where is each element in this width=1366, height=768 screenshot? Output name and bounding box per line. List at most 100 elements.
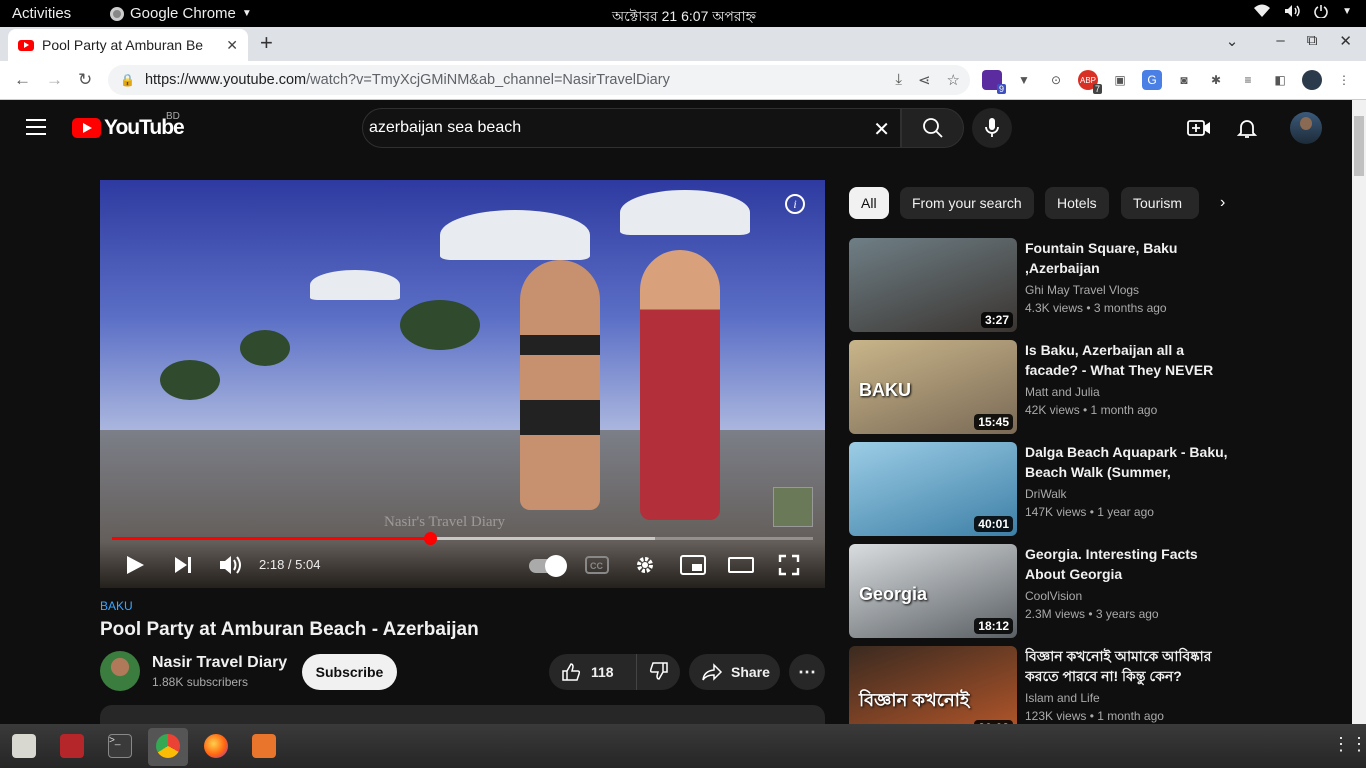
more-actions-icon[interactable]: ⋯ xyxy=(789,654,825,690)
account-avatar[interactable] xyxy=(1290,112,1322,144)
next-icon[interactable] xyxy=(172,554,194,576)
progress-bar[interactable] xyxy=(112,532,813,545)
install-icon[interactable]: ⤓ xyxy=(895,71,902,89)
played-bar xyxy=(112,537,430,540)
close-window-icon[interactable]: ✕ xyxy=(1339,32,1352,50)
system-tray[interactable]: ▼ xyxy=(1254,4,1352,18)
create-video-icon[interactable] xyxy=(1187,116,1211,140)
recommendation-title[interactable]: Georgia. Interesting Facts About Georgia xyxy=(1025,544,1231,584)
side-panel-icon[interactable]: ◧ xyxy=(1270,70,1290,90)
terminal-icon[interactable]: >_ xyxy=(108,734,132,758)
bookmark-star-icon[interactable]: ☆ xyxy=(947,71,960,89)
youtube-play-icon xyxy=(72,118,101,138)
hamburger-menu-icon[interactable] xyxy=(26,119,46,135)
channel-watermark-thumbnail[interactable] xyxy=(773,487,813,527)
restore-icon[interactable]: ⧉ xyxy=(1307,32,1318,50)
recommendation-title[interactable]: Is Baku, Azerbaijan all a facade? - What… xyxy=(1025,340,1231,380)
chrome-icon[interactable] xyxy=(156,734,180,758)
activities-button[interactable]: Activities xyxy=(12,5,71,22)
miniplayer-icon[interactable] xyxy=(680,554,706,576)
files-icon[interactable] xyxy=(12,734,36,758)
recommendation-thumbnail[interactable]: BAKU 15:45 xyxy=(849,340,1017,434)
back-icon[interactable]: ← xyxy=(14,70,31,90)
recommendation-channel[interactable]: DriWalk xyxy=(1025,487,1067,501)
chip-from-your-search[interactable]: From your search xyxy=(900,187,1034,219)
theater-mode-icon[interactable] xyxy=(728,554,754,576)
address-bar[interactable]: 🔒 https://www.youtube.com/watch?v=TmyXcj… xyxy=(108,65,970,95)
new-tab-button[interactable]: + xyxy=(260,30,273,56)
like-button[interactable]: 118 xyxy=(549,654,637,690)
recommendation-channel[interactable]: Islam and Life xyxy=(1025,691,1100,705)
app-grid-icon[interactable]: ⋮⋮ xyxy=(1332,734,1366,755)
lock-icon[interactable]: 🔒 xyxy=(120,73,135,87)
share-icon[interactable]: ⋖ xyxy=(918,71,931,89)
sublime-text-icon[interactable] xyxy=(252,734,276,758)
dislike-button[interactable] xyxy=(637,661,669,684)
youtube-logo[interactable]: YouTube BD xyxy=(72,111,185,140)
volume-icon[interactable] xyxy=(218,554,242,576)
play-icon[interactable] xyxy=(124,554,146,576)
app-menu[interactable]: Google Chrome ▼ xyxy=(110,5,252,22)
reading-list-icon[interactable]: ≡ xyxy=(1238,70,1258,90)
share-button[interactable]: Share xyxy=(689,654,780,690)
reload-icon[interactable]: ↻ xyxy=(78,70,92,90)
search-button[interactable] xyxy=(901,108,964,148)
clock[interactable]: অক্টোবর 21 6:07 অপরাহ্ন xyxy=(612,5,756,29)
channel-name[interactable]: Nasir Travel Diary xyxy=(152,654,287,672)
video-category[interactable]: BAKU xyxy=(100,599,133,613)
recommendation-thumbnail[interactable]: 40:01 xyxy=(849,442,1017,536)
page-scrollbar[interactable] xyxy=(1352,100,1366,724)
settings-gear-icon[interactable] xyxy=(634,554,656,576)
extension-v-icon[interactable]: ▼ xyxy=(1014,70,1034,90)
fullscreen-icon[interactable] xyxy=(778,554,800,576)
minimize-icon[interactable]: – xyxy=(1276,32,1284,50)
autoplay-toggle[interactable] xyxy=(529,555,567,577)
recommendation-channel[interactable]: CoolVision xyxy=(1025,589,1082,603)
chip-hotels[interactable]: Hotels xyxy=(1045,187,1109,219)
picture-in-picture-icon[interactable]: ▣ xyxy=(1110,70,1130,90)
voice-search-button[interactable] xyxy=(972,108,1012,148)
adblock-icon[interactable]: ABP 7 xyxy=(1078,70,1102,94)
screen-recorder-icon[interactable] xyxy=(60,734,84,758)
scrollbar-thumb[interactable] xyxy=(1354,116,1364,176)
recommendation-item[interactable]: BAKU 15:45 Is Baku, Azerbaijan all a facad… xyxy=(849,340,1239,434)
extension-brackets-icon[interactable]: ⊙ xyxy=(1046,70,1066,90)
video-frame-person xyxy=(640,250,720,520)
recommendation-item[interactable]: 40:01 Dalga Beach Aquapark - Baku, Beach … xyxy=(849,442,1239,536)
recommendation-title[interactable]: Dalga Beach Aquapark - Baku, Beach Walk … xyxy=(1025,442,1231,482)
recommendation-thumbnail[interactable]: 3:27 xyxy=(849,238,1017,332)
video-player[interactable]: Nasir's Travel Diary i 2:18 / 5:04 CC xyxy=(100,180,825,588)
chevron-right-icon[interactable]: › xyxy=(1220,194,1225,212)
notifications-bell-icon[interactable] xyxy=(1235,116,1259,140)
recommendation-channel[interactable]: Ghi May Travel Vlogs xyxy=(1025,283,1139,297)
recommendation-item[interactable]: Georgia 18:12 Georgia. Interesting Facts A… xyxy=(849,544,1239,638)
firefox-icon[interactable] xyxy=(204,734,228,758)
extensions-puzzle-icon[interactable]: ✱ xyxy=(1206,70,1226,90)
close-tab-icon[interactable]: ✕ xyxy=(226,37,238,54)
profile-avatar[interactable] xyxy=(1302,70,1322,90)
captions-icon[interactable]: CC xyxy=(585,554,609,576)
info-icon[interactable]: i xyxy=(785,194,805,214)
recommendation-channel[interactable]: Matt and Julia xyxy=(1025,385,1100,399)
translate-icon[interactable]: G xyxy=(1142,70,1162,90)
camera-icon[interactable]: ◙ xyxy=(1174,70,1194,90)
youtube-header: YouTube BD ✕ xyxy=(0,100,1352,156)
menu-kebab-icon[interactable]: ⋮ xyxy=(1334,70,1354,90)
extension-purple-icon[interactable]: 9 xyxy=(982,70,1006,94)
extensions-area: 9 ▼ ⊙ ABP 7 ▣ G ◙ ✱ ≡ ◧ ⋮ xyxy=(982,70,1354,94)
video-duration: 18:12 xyxy=(974,618,1013,634)
tab-search-icon[interactable]: ⌄ xyxy=(1226,32,1239,50)
channel-avatar[interactable] xyxy=(100,651,140,691)
browser-tab[interactable]: Pool Party at Amburan Be ✕ xyxy=(8,29,248,61)
extension-badge: 7 xyxy=(1092,84,1102,94)
search-input[interactable] xyxy=(369,119,859,137)
chip-tourism[interactable]: Tourism xyxy=(1121,187,1199,219)
recommendation-thumbnail[interactable]: Georgia 18:12 xyxy=(849,544,1017,638)
forward-icon[interactable]: → xyxy=(46,70,63,90)
clear-search-icon[interactable]: ✕ xyxy=(873,117,890,142)
recommendation-title[interactable]: Fountain Square, Baku ,Azerbaijan xyxy=(1025,238,1231,278)
recommendation-title[interactable]: বিজ্ঞান কখনোই আমাকে আবিষ্কার করতে পারবে … xyxy=(1025,646,1231,686)
subscribe-button[interactable]: Subscribe xyxy=(302,654,397,690)
recommendation-item[interactable]: 3:27 Fountain Square, Baku ,Azerbaijan Ghi… xyxy=(849,238,1239,332)
chip-all[interactable]: All xyxy=(849,187,889,219)
